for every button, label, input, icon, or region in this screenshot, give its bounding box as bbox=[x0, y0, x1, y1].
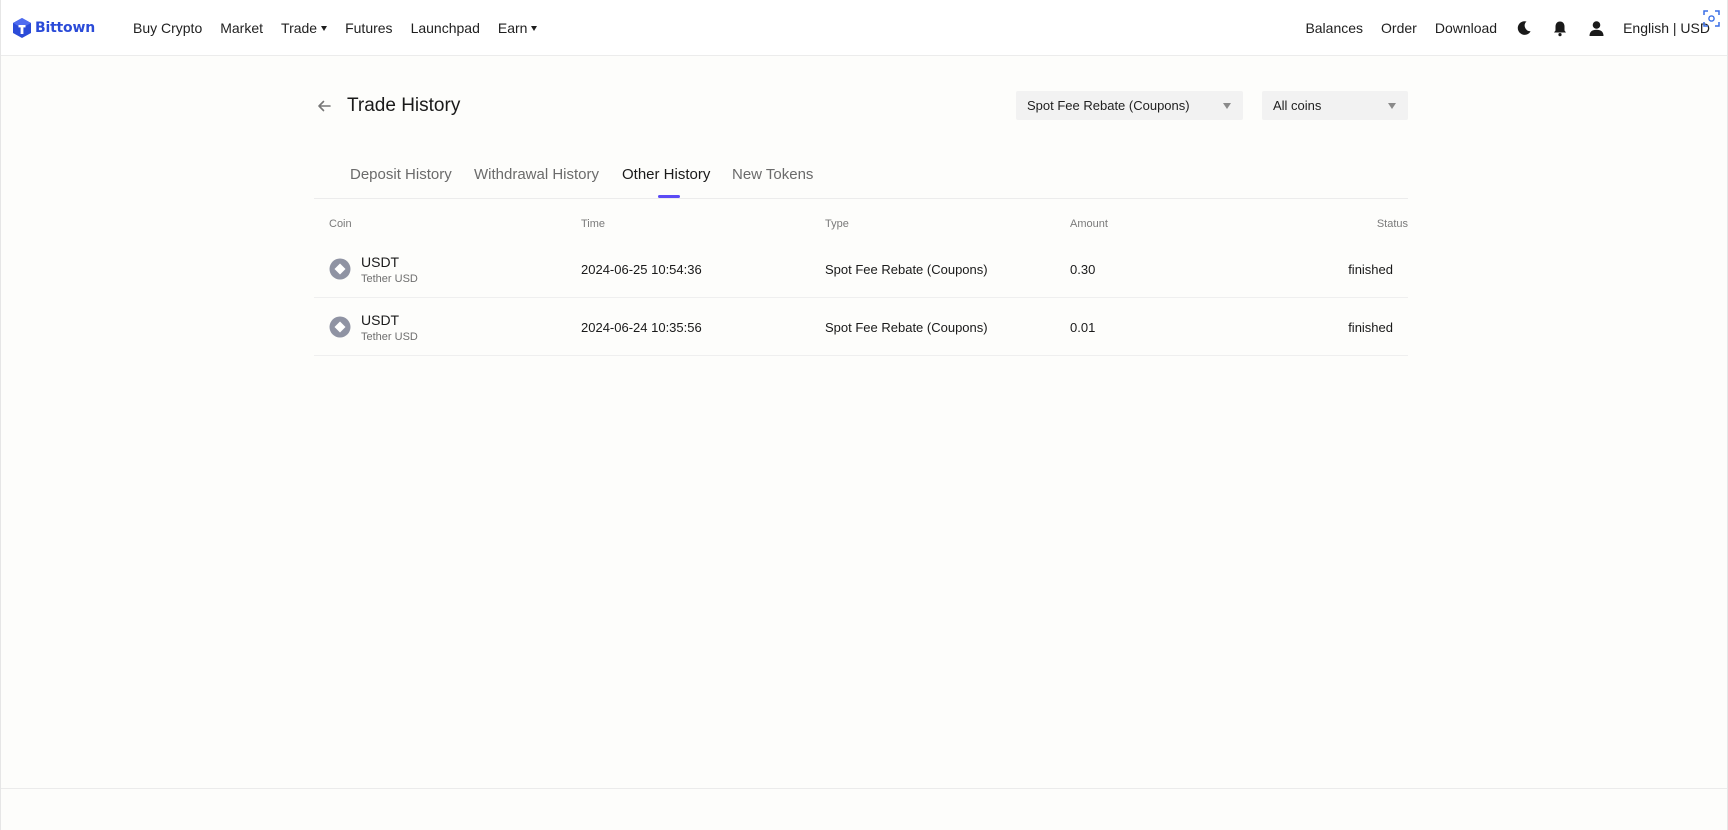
column-header-status: Status bbox=[1376, 218, 1408, 230]
coin-symbol: USDT bbox=[361, 254, 400, 270]
moon-icon[interactable] bbox=[1515, 19, 1533, 37]
column-header-coin: Coin bbox=[329, 218, 352, 230]
nav-balances[interactable]: Balances bbox=[1305, 20, 1363, 36]
nav-download[interactable]: Download bbox=[1435, 20, 1497, 36]
row-time: 2024-06-25 10:54:36 bbox=[581, 262, 702, 277]
logo[interactable]: Bittown bbox=[12, 17, 95, 39]
tab-deposit-history[interactable]: Deposit History bbox=[350, 166, 452, 183]
user-icon[interactable] bbox=[1587, 19, 1605, 37]
back-arrow-icon[interactable] bbox=[316, 98, 332, 114]
tab-withdrawal-history[interactable]: Withdrawal History bbox=[474, 166, 599, 183]
logo-text: Bittown bbox=[35, 19, 95, 36]
coin-filter-value: All coins bbox=[1273, 98, 1322, 113]
dropdown-caret-icon bbox=[1223, 103, 1231, 109]
type-filter-dropdown[interactable]: Spot Fee Rebate (Coupons) bbox=[1016, 91, 1243, 120]
nav-buy-crypto-label: Buy Crypto bbox=[132, 19, 203, 36]
caret-down-icon bbox=[531, 26, 538, 31]
coin-name: Tether USD bbox=[361, 273, 418, 285]
column-header-amount: Amount bbox=[1070, 218, 1108, 230]
table-row: USDT Tether USD 2024-06-24 10:35:56 Spot… bbox=[314, 298, 1408, 356]
nav-launchpad[interactable]: Launchpad bbox=[411, 20, 480, 36]
bell-icon[interactable] bbox=[1551, 19, 1569, 37]
tab-other-history[interactable]: Other History bbox=[622, 166, 710, 183]
nav-market[interactable]: Market bbox=[220, 20, 263, 36]
row-type: Spot Fee Rebate (Coupons) bbox=[825, 262, 988, 277]
coin-filter-dropdown[interactable]: All coins bbox=[1262, 91, 1408, 120]
footer-divider bbox=[0, 788, 1728, 789]
row-type: Spot Fee Rebate (Coupons) bbox=[825, 320, 988, 335]
coin-icon bbox=[329, 258, 351, 280]
dropdown-caret-icon bbox=[1388, 103, 1396, 109]
nav-trade-label: Trade bbox=[281, 19, 318, 36]
nav-market-label: Market bbox=[220, 19, 264, 36]
column-header-time: Time bbox=[581, 218, 606, 230]
page-title: Trade History bbox=[347, 95, 461, 116]
active-tab-indicator bbox=[658, 195, 680, 198]
nav-launchpad-label: Launchpad bbox=[410, 19, 480, 36]
coin-name: Tether USD bbox=[361, 331, 418, 343]
nav-earn-label: Earn bbox=[497, 19, 528, 36]
nav-buy-crypto[interactable]: Buy Crypto bbox=[133, 20, 202, 36]
top-navigation-bar: Bittown Buy Crypto Market Trade Futures … bbox=[0, 0, 1728, 56]
caret-down-icon bbox=[321, 26, 328, 31]
row-amount: 0.01 bbox=[1070, 320, 1096, 335]
type-filter-value: Spot Fee Rebate (Coupons) bbox=[1027, 98, 1190, 113]
coin-symbol: USDT bbox=[361, 312, 400, 328]
row-time: 2024-06-24 10:35:56 bbox=[581, 320, 702, 335]
row-status: finished bbox=[1348, 262, 1393, 277]
bittown-logo-icon bbox=[13, 17, 31, 38]
scan-icon[interactable] bbox=[1703, 10, 1720, 27]
row-amount: 0.30 bbox=[1070, 262, 1096, 277]
language-currency-selector[interactable]: English | USD bbox=[1623, 20, 1710, 36]
nav-earn[interactable]: Earn bbox=[498, 20, 538, 36]
nav-order[interactable]: Order bbox=[1381, 20, 1417, 36]
coin-icon bbox=[329, 316, 351, 338]
history-tabs: Deposit History Withdrawal History Other… bbox=[314, 166, 1408, 199]
column-header-type: Type bbox=[825, 218, 849, 230]
page-border bbox=[0, 0, 1728, 830]
nav-trade[interactable]: Trade bbox=[281, 19, 328, 36]
nav-futures-label: Futures bbox=[345, 19, 393, 36]
row-status: finished bbox=[1348, 320, 1393, 335]
table-row: USDT Tether USD 2024-06-25 10:54:36 Spot… bbox=[314, 240, 1408, 298]
tab-new-tokens[interactable]: New Tokens bbox=[732, 166, 813, 183]
nav-futures[interactable]: Futures bbox=[345, 20, 392, 36]
